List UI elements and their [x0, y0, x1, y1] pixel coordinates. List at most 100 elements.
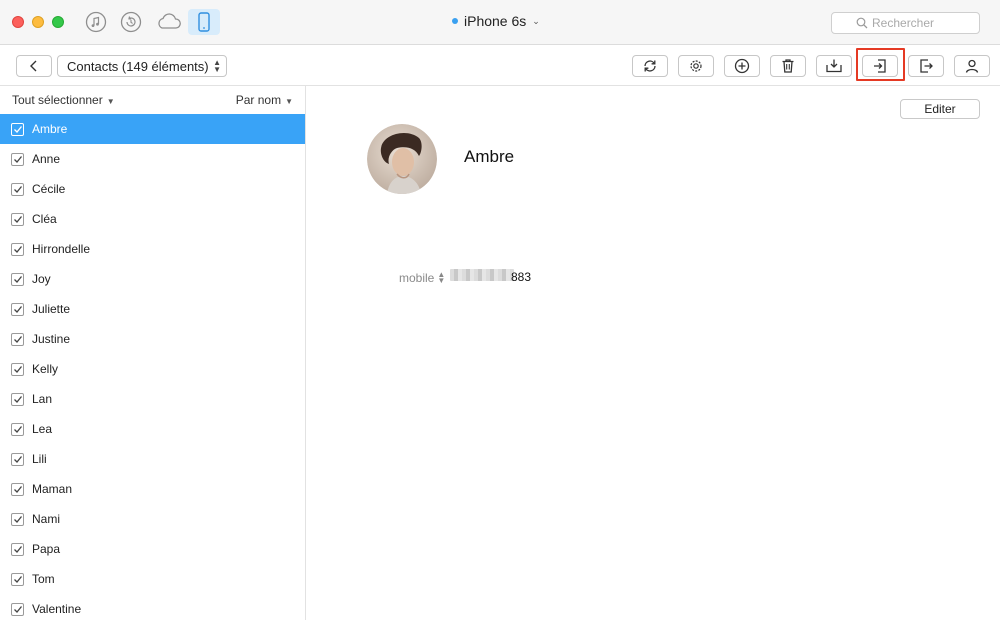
checkbox[interactable]: [11, 482, 24, 496]
sort-label: Par nom: [235, 93, 282, 107]
checkbox[interactable]: [11, 392, 24, 406]
list-item[interactable]: Juliette: [0, 294, 305, 324]
close-window-button[interactable]: [12, 16, 24, 28]
contact-item-name: Lan: [32, 392, 53, 406]
device-status-dot: [452, 18, 458, 24]
checkbox[interactable]: [11, 122, 24, 136]
title-bar: iPhone 6s ⌄ Rechercher: [0, 0, 1000, 45]
iphone-icon[interactable]: [188, 9, 220, 35]
list-item[interactable]: Ambre: [0, 114, 305, 144]
list-item[interactable]: Lea: [0, 414, 305, 444]
contact-item-name: Juliette: [32, 302, 71, 316]
updown-arrows-icon: ▲ ▼: [213, 58, 221, 74]
refresh-button[interactable]: [632, 55, 668, 77]
list-item[interactable]: Maman: [0, 474, 305, 504]
phone-number-value: 883: [511, 270, 532, 284]
checkbox[interactable]: [11, 362, 24, 376]
contact-item-name: Nami: [32, 512, 61, 526]
contact-item-name: Justine: [32, 332, 71, 346]
list-item[interactable]: Kelly: [0, 354, 305, 384]
export-icon: [920, 59, 933, 73]
checkbox[interactable]: [11, 542, 24, 556]
phone-type-selector[interactable]: mobile ▲ ▼: [399, 271, 445, 286]
list-item[interactable]: Valentine: [0, 594, 305, 620]
checkbox[interactable]: [11, 572, 24, 586]
contact-profile-button[interactable]: [954, 55, 990, 77]
checkbox[interactable]: [11, 422, 24, 436]
checkbox[interactable]: [11, 242, 24, 256]
contact-item-name: Cécile: [32, 182, 66, 196]
search-field[interactable]: Rechercher: [831, 12, 980, 34]
select-all-label: Tout sélectionner: [12, 93, 103, 107]
list-item[interactable]: Justine: [0, 324, 305, 354]
list-item[interactable]: Lili: [0, 444, 305, 474]
checkbox[interactable]: [11, 182, 24, 196]
checkmark-icon: [13, 155, 22, 163]
contact-item-name: Joy: [32, 272, 51, 286]
list-item[interactable]: Cléa: [0, 204, 305, 234]
checkbox[interactable]: [11, 452, 24, 466]
search-placeholder: Rechercher: [872, 16, 935, 30]
download-to-device-icon: [826, 59, 842, 73]
back-chevron-icon: [30, 60, 37, 72]
checkmark-icon: [13, 125, 22, 133]
contact-list-pane: Tout sélectionner ▼ Par nom ▼ Ambre Anne Céc…: [0, 86, 306, 620]
checkbox[interactable]: [11, 272, 24, 286]
checkmark-icon: [13, 305, 22, 313]
contact-item-name: Valentine: [32, 602, 82, 616]
list-item[interactable]: Joy: [0, 264, 305, 294]
list-item[interactable]: Cécile: [0, 174, 305, 204]
checkmark-icon: [13, 515, 22, 523]
refresh-icon: [644, 60, 656, 72]
checkmark-icon: [13, 605, 22, 613]
back-button[interactable]: [16, 55, 52, 77]
category-select-label: Contacts (149 éléments): [67, 58, 209, 74]
sort-dropdown[interactable]: Par nom ▼: [236, 93, 293, 107]
list-item[interactable]: Nami: [0, 504, 305, 534]
checkmark-icon: [13, 215, 22, 223]
list-item[interactable]: Anne: [0, 144, 305, 174]
delete-button[interactable]: [770, 55, 806, 77]
cloud-icon[interactable]: [154, 9, 184, 35]
contact-item-name: Maman: [32, 482, 73, 496]
contact-item-name: Papa: [32, 542, 61, 556]
device-selector[interactable]: iPhone 6s ⌄: [452, 13, 540, 29]
list-item[interactable]: Hirrondelle: [0, 234, 305, 264]
add-circle-icon: [734, 58, 750, 74]
list-item[interactable]: Papa: [0, 534, 305, 564]
list-item[interactable]: Tom: [0, 564, 305, 594]
contact-item-name: Ambre: [32, 122, 68, 136]
zoom-window-button[interactable]: [52, 16, 64, 28]
contact-list: Ambre Anne Cécile Cléa Hirrondelle Joy Juliett…: [0, 114, 305, 620]
checkbox[interactable]: [11, 212, 24, 226]
add-button[interactable]: [724, 55, 760, 77]
edit-button[interactable]: Editer: [900, 99, 980, 119]
checkmark-icon: [13, 425, 22, 433]
list-item[interactable]: Lan: [0, 384, 305, 414]
checkmark-icon: [13, 575, 22, 583]
minimize-window-button[interactable]: [32, 16, 44, 28]
checkbox[interactable]: [11, 302, 24, 316]
contact-item-name: Cléa: [32, 212, 57, 226]
select-all-dropdown[interactable]: Tout sélectionner ▼: [12, 93, 115, 107]
music-note-icon[interactable]: [83, 9, 109, 35]
search-icon: [856, 17, 868, 29]
checkbox[interactable]: [11, 332, 24, 346]
category-select[interactable]: Contacts (149 éléments) ▲ ▼: [57, 55, 227, 77]
download-to-device-button[interactable]: [816, 55, 852, 77]
restore-icon[interactable]: [118, 9, 144, 35]
checkbox[interactable]: [11, 512, 24, 526]
checkmark-icon: [13, 335, 22, 343]
person-icon: [965, 59, 979, 73]
contact-item-name: Tom: [32, 572, 55, 586]
export-button[interactable]: [908, 55, 944, 77]
checkmark-icon: [13, 275, 22, 283]
toolbar: Contacts (149 éléments) ▲ ▼: [0, 46, 1000, 86]
device-name: iPhone 6s: [464, 13, 527, 29]
checkmark-icon: [13, 245, 22, 253]
checkbox[interactable]: [11, 152, 24, 166]
contact-name: Ambre: [464, 147, 515, 166]
checkbox[interactable]: [11, 602, 24, 616]
chevron-down-icon: ⌄: [532, 15, 540, 26]
settings-button[interactable]: [678, 55, 714, 77]
